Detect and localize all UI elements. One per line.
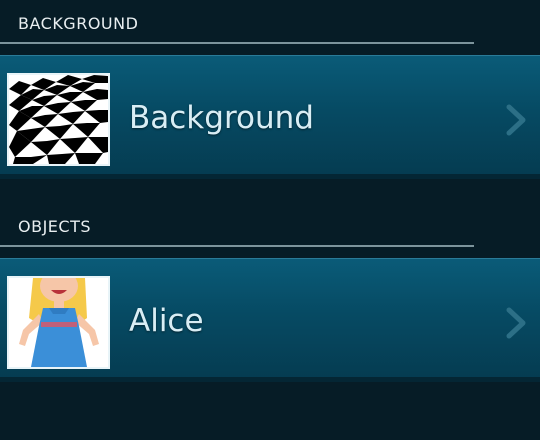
section-header-background: BACKGROUND [0, 2, 474, 44]
list-item-shadow [0, 174, 540, 179]
section-header-label: BACKGROUND [18, 14, 139, 33]
alice-character-icon [9, 278, 108, 367]
chevron-right-icon [506, 307, 526, 339]
alice-character-thumbnail [7, 276, 110, 369]
checkerboard-icon [9, 75, 108, 164]
list-item-label: Background [129, 100, 314, 136]
section-header-label: OBJECTS [18, 217, 91, 236]
checkerboard-thumbnail [7, 73, 110, 166]
list-item-shadow [0, 377, 540, 382]
list-item-alice[interactable]: Alice [0, 258, 540, 382]
list-item-label: Alice [129, 303, 204, 339]
list-item-background[interactable]: Background [0, 55, 540, 179]
chevron-right-icon [506, 104, 526, 136]
section-header-objects: OBJECTS [0, 205, 474, 247]
